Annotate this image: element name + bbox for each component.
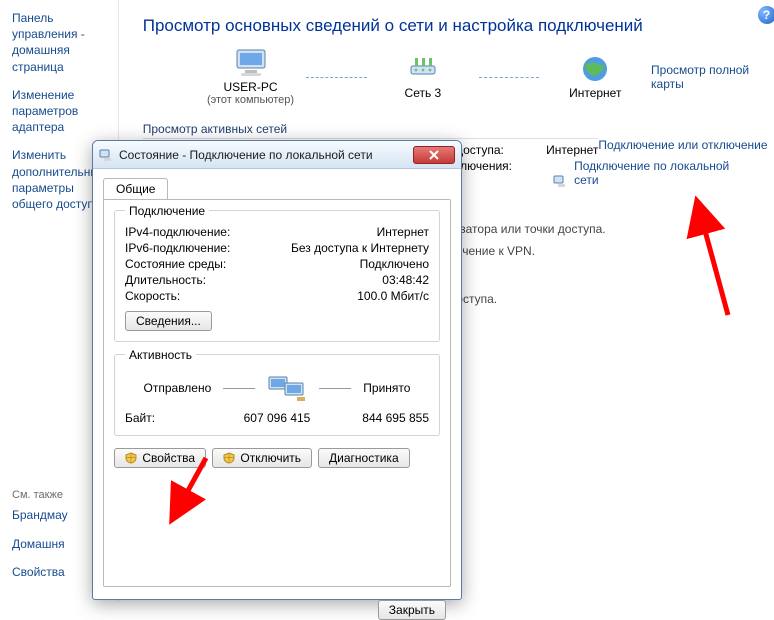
nav-link-adapter[interactable]: Изменение параметров адаптера: [12, 87, 106, 136]
media-value: Подключено: [360, 257, 429, 271]
duration-value: 03:48:42: [382, 273, 429, 287]
action-button-row: Свойства Отключить Диагностика: [114, 448, 440, 468]
shield-icon: [223, 452, 235, 464]
network-map-row: USER-PC (этот компьютер) Сеть 3 Интернет…: [203, 48, 768, 106]
view-full-map-link[interactable]: Просмотр полной карты: [651, 63, 768, 91]
shield-icon: [125, 452, 137, 464]
activity-dash: [319, 388, 351, 389]
connection-group: Подключение IPv4-подключение:Интернет IP…: [114, 210, 440, 342]
ipv4-label: IPv4-подключение:: [125, 225, 230, 239]
map-connector: [479, 77, 540, 78]
close-dialog-button[interactable]: Закрыть: [378, 600, 446, 620]
node-network[interactable]: Сеть 3: [375, 54, 471, 100]
connect-disconnect-link[interactable]: Подключение или отключение: [598, 138, 767, 152]
speed-value: 100.0 Мбит/с: [357, 289, 429, 303]
ipv6-label: IPv6-подключение:: [125, 241, 230, 255]
disable-button[interactable]: Отключить: [212, 448, 312, 468]
connection-group-legend: Подключение: [125, 204, 209, 218]
bytes-label: Байт:: [125, 411, 225, 425]
bytes-sent-value: 607 096 415: [227, 411, 327, 425]
properties-button[interactable]: Свойства: [114, 448, 206, 468]
received-label: Принято: [363, 381, 410, 395]
computers-icon: [267, 373, 307, 403]
access-type-value: Интернет: [546, 143, 598, 157]
help-icon[interactable]: ?: [758, 6, 774, 24]
connection-status-dialog: Состояние - Подключение по локальной сет…: [92, 140, 462, 600]
node-internet[interactable]: Интернет: [547, 54, 643, 100]
node-pc-label: USER-PC: [224, 80, 278, 94]
activity-group: Активность Отправлено Принято Байт: 607 …: [114, 354, 440, 436]
connection-icon: [99, 148, 113, 162]
connection-link[interactable]: Подключение по локальной сети: [574, 159, 734, 187]
tab-general[interactable]: Общие: [103, 178, 168, 200]
node-pc-sub: (этот компьютер): [207, 94, 294, 106]
close-button[interactable]: [413, 146, 455, 164]
duration-label: Длительность:: [125, 273, 206, 287]
ipv6-value: Без доступа к Интернету: [291, 241, 429, 255]
ipv4-value: Интернет: [377, 225, 429, 239]
speed-label: Скорость:: [125, 289, 180, 303]
active-networks-heading: Просмотр активных сетей: [143, 122, 768, 136]
network-icon: [405, 54, 441, 84]
sent-label: Отправлено: [144, 381, 212, 395]
connection-icon: [553, 174, 567, 188]
nav-link-home[interactable]: Панель управления - домашняя страница: [12, 10, 106, 75]
details-button[interactable]: Сведения...: [125, 311, 212, 331]
node-network-label: Сеть 3: [405, 86, 442, 100]
titlebar[interactable]: Состояние - Подключение по локальной сет…: [93, 141, 461, 169]
divider: [143, 138, 599, 139]
map-connector: [306, 77, 367, 78]
activity-dash: [223, 388, 255, 389]
page-title: Просмотр основных сведений о сети и наст…: [143, 16, 768, 36]
dialog-title: Состояние - Подключение по локальной сет…: [119, 148, 413, 162]
globe-icon: [577, 54, 613, 84]
close-icon: [429, 150, 439, 160]
properties-button-label: Свойства: [142, 451, 195, 465]
diagnose-button[interactable]: Диагностика: [318, 448, 410, 468]
disable-button-label: Отключить: [240, 451, 301, 465]
tab-content: Подключение IPv4-подключение: Интернет IP…: [103, 199, 451, 587]
media-label: Состояние среды:: [125, 257, 226, 271]
computer-icon: [233, 48, 269, 78]
node-internet-label: Интернет: [569, 86, 621, 100]
bytes-received-value: 844 695 855: [329, 411, 429, 425]
node-pc[interactable]: USER-PC (этот компьютер): [203, 48, 299, 106]
activity-group-legend: Активность: [125, 348, 196, 362]
